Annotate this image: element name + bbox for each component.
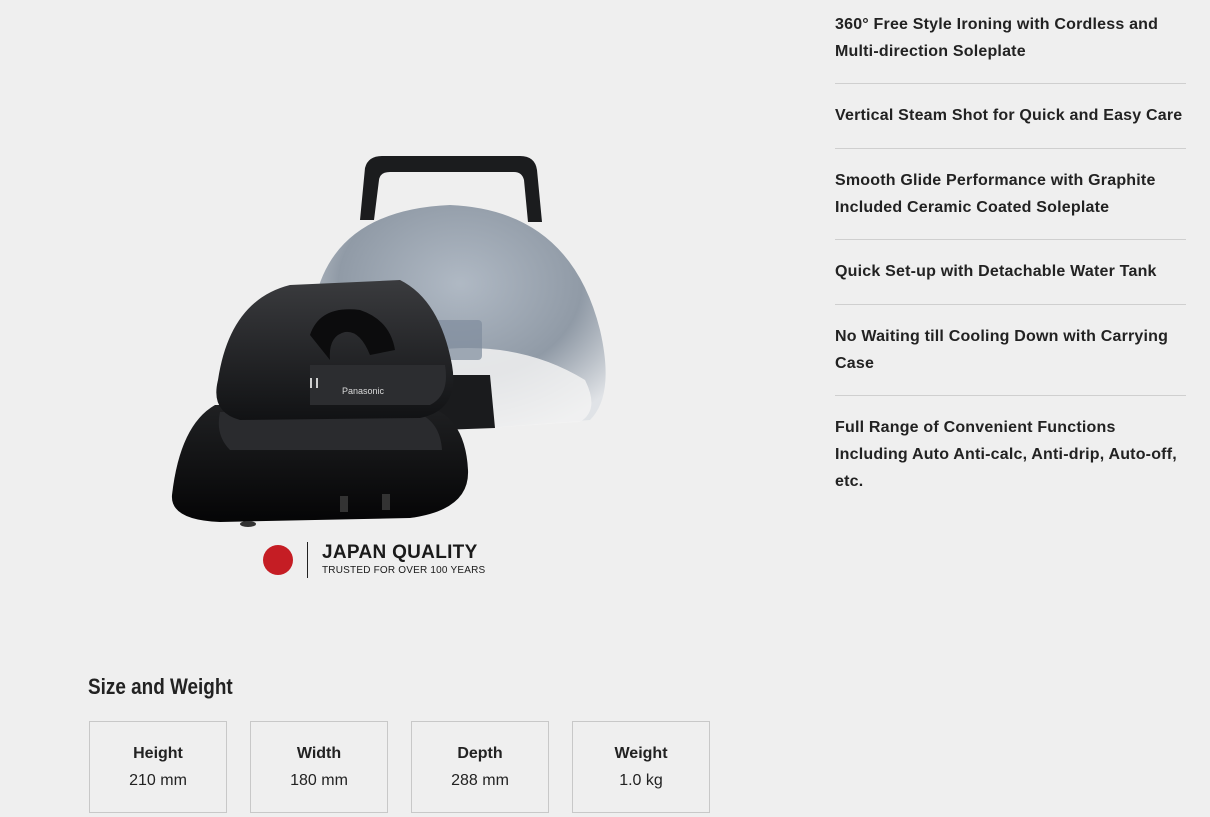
spec-label: Width [296, 744, 342, 762]
spec-value: 180 mm [290, 771, 348, 789]
spec-value: 1.0 kg [619, 771, 663, 789]
badge-divider [307, 542, 308, 578]
spec-value: 210 mm [129, 771, 187, 789]
feature-item: No Waiting till Cooling Down with Carryi… [835, 305, 1186, 396]
brand-mark: Panasonic [342, 386, 385, 396]
feature-item: Smooth Glide Performance with Graphite I… [835, 149, 1186, 240]
feature-item: Full Range of Convenient Functions Inclu… [835, 419, 1177, 490]
feature-list: 360° Free Style Ironing with Cordless an… [835, 0, 1186, 495]
product-detail-page: Panasonic JAPAN QUALITY TRUSTED FOR OVER… [0, 0, 1210, 817]
spec-label: Depth [457, 744, 503, 762]
badge-subtitle: TRUSTED FOR OVER 100 YEARS [322, 565, 486, 576]
feature-item: 360° Free Style Ironing with Cordless an… [835, 0, 1186, 84]
spec-weight: Weight 1.0 kg [572, 721, 710, 813]
spec-label: Height [133, 744, 183, 762]
feature-item: Quick Set-up with Detachable Water Tank [835, 240, 1186, 305]
spec-width: Width 180 mm [250, 721, 388, 813]
feature-item: Vertical Steam Shot for Quick and Easy C… [835, 84, 1186, 149]
spec-value: 288 mm [451, 771, 509, 789]
badge-title: JAPAN QUALITY [322, 542, 478, 563]
size-weight-heading: Size and Weight [88, 674, 233, 699]
spec-depth: Depth 288 mm [411, 721, 549, 813]
iron-illustration: Panasonic [171, 156, 606, 527]
spec-height: Height 210 mm [89, 721, 227, 813]
product-image: Panasonic [160, 150, 630, 540]
size-weight-specs: Height 210 mm Width 180 mm Depth 288 mm … [89, 721, 710, 813]
spec-label: Weight [614, 744, 668, 762]
badge-text: JAPAN QUALITY TRUSTED FOR OVER 100 YEARS [322, 543, 485, 577]
japan-quality-badge: JAPAN QUALITY TRUSTED FOR OVER 100 YEARS [263, 541, 485, 579]
red-circle-icon [263, 545, 293, 575]
